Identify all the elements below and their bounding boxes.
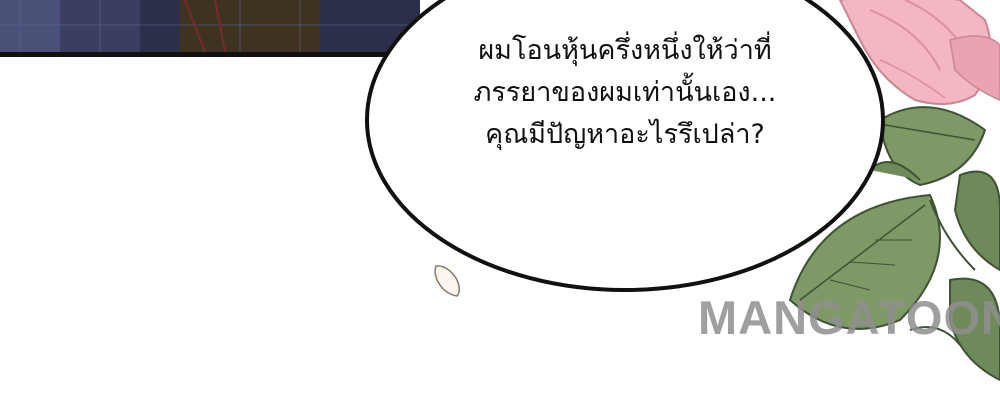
mangatoon-watermark: MANGATOON [698,291,1000,344]
falling-petal [434,265,460,297]
dialogue-line: ผมโอนหุ้นครึ่งหนึ่งให้ว่าที่ [478,35,772,66]
dialogue-line: ภรรยาของผมเท่านั้นเอง... [473,77,777,108]
dark-scene-strip [0,0,420,57]
manga-panel: ผมโอนหุ้นครึ่งหนึ่งให้ว่าที่ ภรรยาของผมเ… [0,0,1000,409]
speech-bubble-text: ผมโอนหุ้นครึ่งหนึ่งให้ว่าที่ ภรรยาของผมเ… [400,30,850,156]
dialogue-line: คุณมีปัญหาอะไรรึเปล่า? [485,119,765,150]
